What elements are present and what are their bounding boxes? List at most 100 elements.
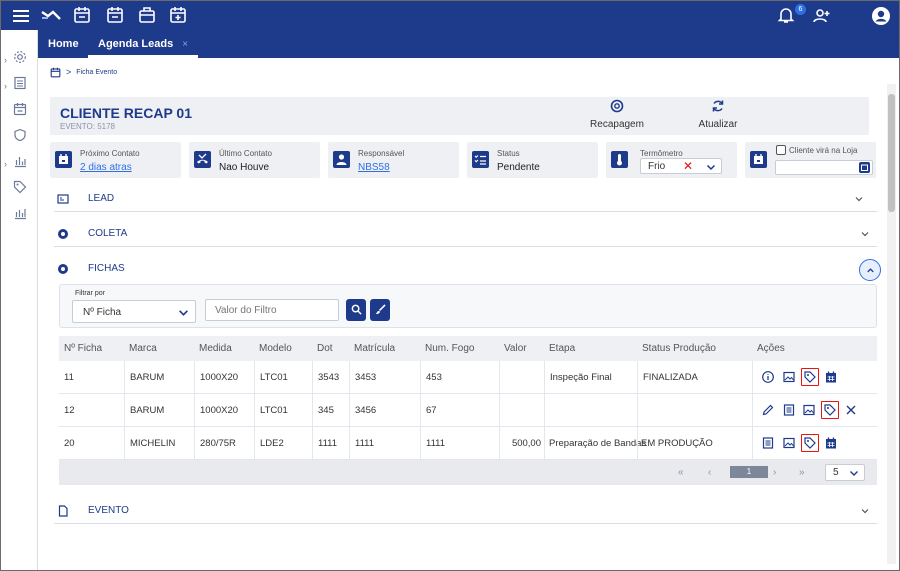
tag-icon[interactable] (821, 401, 839, 419)
cliente-loja-date-input[interactable] (775, 160, 873, 175)
column-header[interactable]: Medida (194, 336, 254, 361)
proximo-contato-card: Próximo Contato 2 dias atras (50, 142, 181, 178)
column-header[interactable]: Dot (312, 336, 349, 361)
section-fichas[interactable]: FICHAS (54, 254, 877, 282)
termometro-label: Termômetro (640, 149, 683, 158)
current-page[interactable]: 1 (730, 466, 768, 478)
tab-home[interactable]: Home (38, 30, 89, 58)
info-icon[interactable] (761, 370, 775, 384)
tab-label: Home (48, 38, 79, 50)
clear-icon[interactable]: ✕ (683, 159, 693, 173)
shield-icon[interactable] (13, 128, 29, 144)
cell-marca: BARUM (124, 394, 194, 426)
image-icon[interactable] (782, 370, 796, 384)
tab-agenda-leads[interactable]: Agenda Leads × (88, 30, 199, 58)
briefcase-icon[interactable] (138, 6, 158, 26)
tag-icon[interactable] (801, 368, 819, 386)
page-size-select[interactable]: 5 (825, 464, 865, 481)
column-header[interactable]: Nº Ficha (59, 336, 124, 361)
cell-actions (752, 427, 877, 459)
tag-icon[interactable] (801, 434, 819, 452)
table-header: Nº Ficha Marca Medida Modelo Dot Matrícu… (59, 336, 877, 361)
column-header[interactable]: Matrícula (349, 336, 420, 361)
document-icon[interactable] (761, 436, 775, 450)
section-title: LEAD (88, 193, 115, 204)
atualizar-button[interactable]: Atualizar (693, 99, 743, 130)
edit-icon[interactable] (761, 403, 775, 417)
clear-filter-button[interactable] (370, 299, 390, 321)
calendar-check-icon[interactable] (106, 6, 126, 26)
calendar-plus-icon[interactable] (169, 6, 189, 26)
close-tab-icon[interactable]: × (182, 39, 188, 50)
table-row[interactable]: 20 MICHELIN 280/75R LDE2 1111 1111 1111 … (59, 427, 877, 460)
chevron-down-icon[interactable] (853, 193, 865, 205)
column-header[interactable]: Num. Fogo (420, 336, 499, 361)
calendar-icon[interactable] (824, 436, 838, 450)
bell-icon[interactable] (777, 6, 797, 26)
chevron-down-icon[interactable] (859, 228, 871, 240)
calendar-icon[interactable] (73, 6, 93, 26)
section-coleta[interactable]: COLETA (54, 219, 877, 247)
chevron-down-icon[interactable] (859, 505, 871, 517)
calendar-icon[interactable] (859, 162, 870, 173)
logo-icon[interactable] (41, 6, 61, 26)
refresh-icon (711, 99, 725, 113)
cell-status (637, 394, 752, 426)
first-page-button[interactable]: « (678, 467, 684, 478)
bar-chart-icon[interactable] (13, 154, 29, 170)
proximo-contato-value[interactable]: 2 dias atras (80, 162, 132, 173)
calendar-icon[interactable] (13, 102, 29, 118)
table-row[interactable]: 11 BARUM 1000X20 LTC01 3543 3453 453 Ins… (59, 361, 877, 394)
responsavel-value[interactable]: NBS58 (358, 162, 390, 173)
calendar-icon[interactable] (824, 370, 838, 384)
document-icon[interactable] (782, 403, 796, 417)
cell-matricula: 3453 (349, 361, 420, 393)
menu-icon[interactable] (11, 6, 31, 26)
cell-num-fogo: 67 (420, 394, 499, 426)
event-number: EVENTO: 5178 (60, 122, 115, 131)
column-header[interactable]: Etapa (544, 336, 637, 361)
prev-page-button[interactable]: ‹ (708, 467, 711, 478)
user-plus-icon[interactable] (813, 6, 833, 26)
fichas-table: Nº Ficha Marca Medida Modelo Dot Matrícu… (59, 336, 877, 485)
close-icon[interactable] (844, 403, 858, 417)
page-size-value: 5 (833, 467, 839, 478)
settings-icon[interactable] (13, 50, 29, 66)
tag-icon[interactable] (13, 180, 29, 196)
scrollbar-thumb[interactable] (888, 94, 895, 212)
filter-field-select[interactable]: Nº Ficha (72, 300, 196, 323)
client-header: CLIENTE RECAP 01 EVENTO: 5178 Recapagem … (50, 97, 869, 135)
image-icon[interactable] (802, 403, 816, 417)
column-header[interactable]: Modelo (254, 336, 312, 361)
breadcrumb-current: Ficha Evento (76, 68, 118, 76)
image-icon[interactable] (782, 436, 796, 450)
cell-num-fogo: 1111 (420, 427, 499, 459)
account-icon[interactable] (871, 6, 891, 26)
proximo-contato-label: Próximo Contato (80, 149, 140, 158)
calendar-icon (55, 151, 72, 168)
filter-value-input[interactable] (205, 299, 339, 321)
column-header[interactable]: Status Produção (637, 336, 752, 361)
chevron-down-icon (178, 307, 189, 318)
left-nav: › › › (0, 30, 38, 571)
table-row[interactable]: 12 BARUM 1000X20 LTC01 345 3456 67 (59, 394, 877, 427)
breadcrumb: > Ficha Evento (50, 64, 117, 80)
ultimo-contato-label: Último Contato (219, 149, 272, 158)
next-page-button[interactable]: › (773, 467, 776, 478)
column-header[interactable]: Marca (124, 336, 194, 361)
last-page-button[interactable]: » (799, 467, 805, 478)
scrollbar[interactable] (887, 84, 896, 564)
section-lead[interactable]: LEAD (54, 184, 877, 212)
list-icon[interactable] (13, 76, 29, 92)
column-header[interactable]: Valor (499, 336, 544, 361)
collapse-fichas-button[interactable] (859, 259, 881, 281)
section-evento[interactable]: EVENTO (54, 496, 877, 524)
termometro-select[interactable]: Frio ✕ (640, 158, 722, 174)
cliente-loja-checkbox[interactable] (776, 145, 786, 155)
calendar-icon[interactable] (50, 67, 61, 78)
chart-icon[interactable] (13, 206, 29, 222)
status-value: Pendente (497, 162, 540, 173)
recapagem-button[interactable]: Recapagem (587, 99, 647, 130)
cell-ficha: 20 (64, 437, 75, 449)
search-button[interactable] (346, 299, 366, 321)
